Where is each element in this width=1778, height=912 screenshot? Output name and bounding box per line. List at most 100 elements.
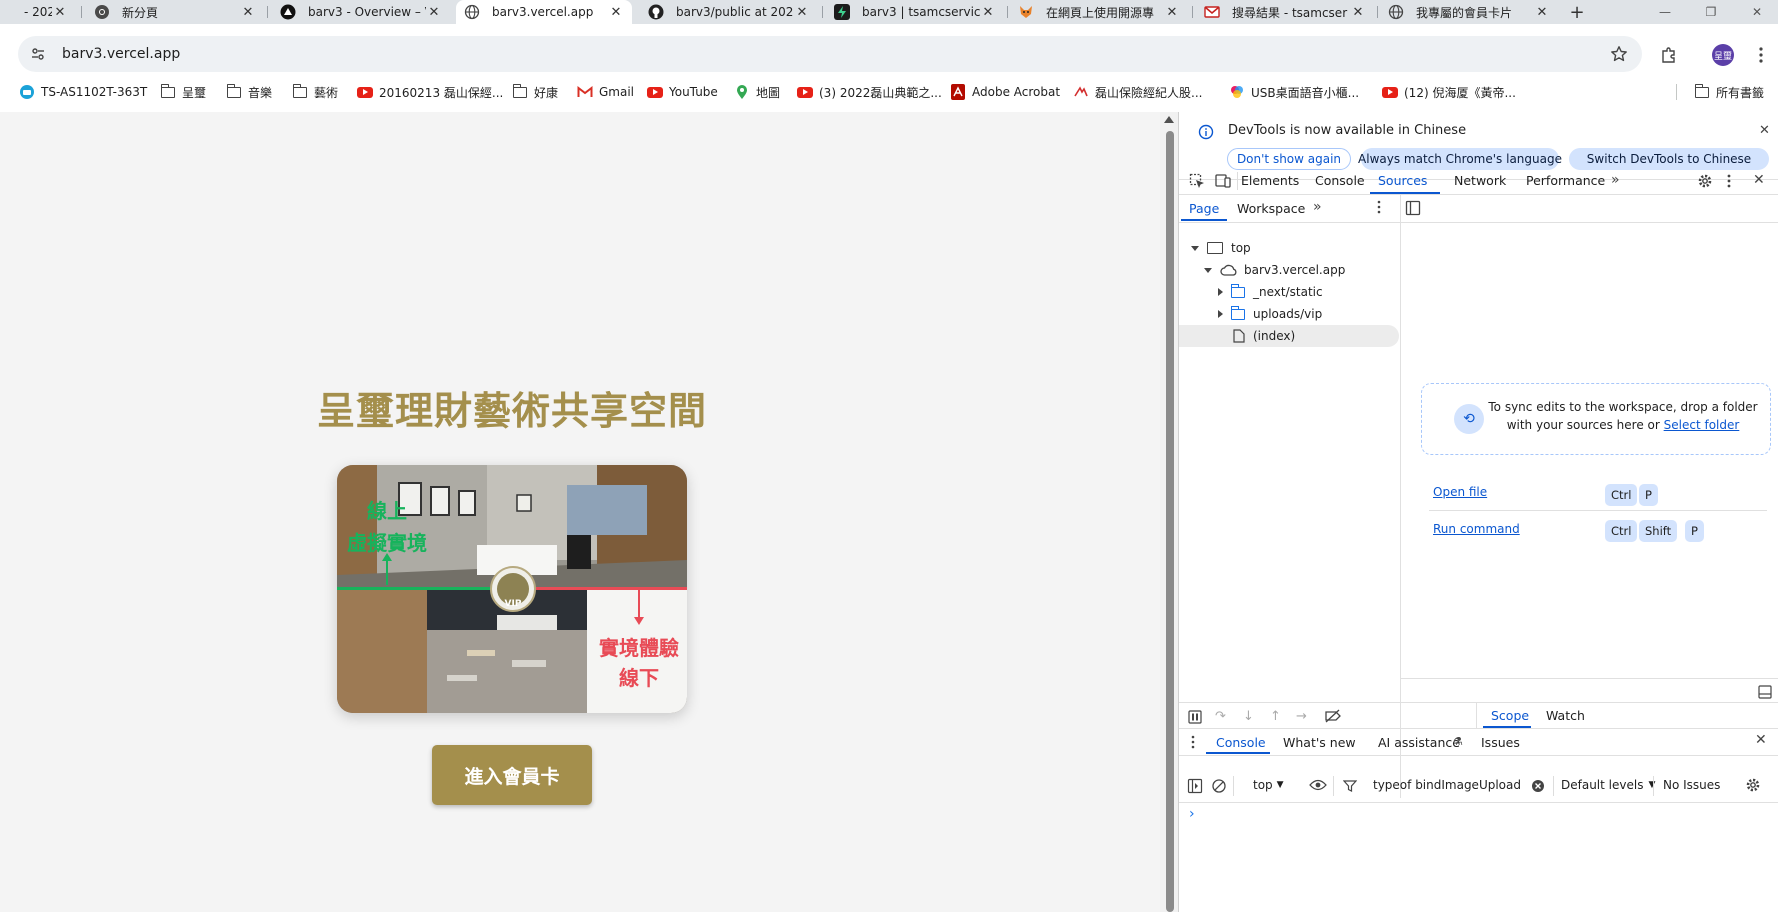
open-file-link[interactable]: Open file <box>1433 485 1487 499</box>
browser-tab[interactable]: 搜尋結果 - tsamcser ✕ <box>1196 0 1374 24</box>
bookmark-cutoff[interactable]: › <box>0 80 8 104</box>
dropdown-arrow-icon: ▼ <box>1648 780 1656 790</box>
log-levels-dropdown[interactable]: Default levels ▼ <box>1561 778 1655 792</box>
tab-performance[interactable]: Performance <box>1526 166 1605 194</box>
close-tab-icon[interactable]: ✕ <box>426 4 442 20</box>
bookmark-item[interactable]: 磊山保險經紀人股... <box>1073 80 1202 104</box>
bookmark-item[interactable]: Adobe Acrobat <box>950 80 1060 104</box>
bookmark-item[interactable]: (12) 倪海厦《黃帝... <box>1382 80 1516 104</box>
inspect-element-icon[interactable] <box>1189 173 1205 192</box>
drawer-tab-ai-assistance[interactable]: AI assistance <box>1378 730 1460 754</box>
bookmark-item[interactable]: USB桌面語音小櫃... <box>1229 80 1359 104</box>
browser-tab[interactable]: 新分頁 ✕ <box>86 0 264 24</box>
site-info-icon[interactable] <box>30 46 46 62</box>
run-command-link[interactable]: Run command <box>1433 522 1520 536</box>
tab-scope[interactable]: Scope <box>1491 702 1529 728</box>
more-nav-tabs-icon[interactable]: » <box>1313 199 1322 215</box>
enter-member-card-button[interactable]: 進入會員卡 <box>432 745 592 805</box>
step-over-icon[interactable]: ↷ <box>1215 709 1226 724</box>
close-tab-icon[interactable]: ✕ <box>240 4 256 20</box>
console-settings-gear-icon[interactable] <box>1745 777 1761 796</box>
pause-icon[interactable] <box>1187 709 1203 728</box>
bookmark-item[interactable]: (3) 2022磊山典範之... <box>797 80 942 104</box>
clear-filter-icon[interactable] <box>1531 779 1545 796</box>
bookmark-folder[interactable]: 音樂 <box>226 80 272 104</box>
tab-sources[interactable]: Sources <box>1378 166 1427 194</box>
issues-count[interactable]: No Issues <box>1663 778 1720 792</box>
browser-tab[interactable]: - 2025 ✕ <box>0 0 76 24</box>
console-prompt[interactable]: › <box>1189 806 1195 822</box>
toggle-debugger-icon[interactable] <box>1758 685 1772 702</box>
tree-item-folder[interactable]: uploads/vip <box>1218 303 1322 325</box>
browser-tab[interactable]: barv3 - Overview – V ✕ <box>272 0 450 24</box>
devtools-menu-icon[interactable] <box>1727 173 1731 192</box>
more-tabs-icon[interactable]: » <box>1611 172 1620 188</box>
bookmark-folder[interactable]: 呈璽 <box>160 80 206 104</box>
toggle-sidebar-icon[interactable] <box>1405 200 1421 219</box>
bookmark-item[interactable]: TS-AS1102T-363T <box>19 80 147 104</box>
bookmark-item[interactable]: Gmail <box>577 80 634 104</box>
page-scrollbar-thumb[interactable] <box>1166 131 1174 912</box>
drawer-tab-console[interactable]: Console <box>1216 730 1266 754</box>
tree-item-origin[interactable]: barv3.vercel.app <box>1204 259 1345 281</box>
bookmark-item[interactable]: YouTube <box>647 80 718 104</box>
drawer-tab-issues[interactable]: Issues <box>1481 730 1520 754</box>
tab-elements[interactable]: Elements <box>1241 166 1299 194</box>
scroll-up-arrow-icon[interactable] <box>1164 116 1174 123</box>
chrome-menu-icon[interactable] <box>1751 45 1771 65</box>
context-selector[interactable]: top ▼ <box>1253 778 1284 792</box>
close-tab-icon[interactable]: ✕ <box>794 4 810 20</box>
workspace-drop-zone[interactable]: ⟲ To sync edits to the workspace, drop a… <box>1421 383 1771 455</box>
close-window-icon[interactable]: ✕ <box>1742 2 1772 22</box>
close-tab-icon[interactable]: ✕ <box>1534 4 1550 20</box>
browser-tab[interactable]: barv3/public at 2025 ✕ <box>640 0 818 24</box>
bookmark-item[interactable]: 20160213 磊山保經... <box>357 80 503 104</box>
tab-console[interactable]: Console <box>1315 166 1365 194</box>
device-toolbar-icon[interactable] <box>1215 173 1231 192</box>
browser-tab[interactable]: barv3 | tsamcservice ✕ <box>826 0 1004 24</box>
browser-tab-active[interactable]: barv3.vercel.app ✕ <box>456 0 632 24</box>
close-devtools-icon[interactable]: ✕ <box>1753 172 1765 188</box>
close-tab-icon[interactable]: ✕ <box>52 4 68 20</box>
clear-console-icon[interactable] <box>1211 778 1227 797</box>
github-icon <box>648 4 664 20</box>
browser-tab[interactable]: 在網頁上使用開源專 ✕ <box>1010 0 1188 24</box>
restore-icon[interactable]: ❐ <box>1696 2 1726 22</box>
navigator-menu-icon[interactable] <box>1377 200 1381 217</box>
all-bookmarks[interactable]: 所有書籤 <box>1694 80 1764 104</box>
drawer-menu-icon[interactable] <box>1191 735 1195 752</box>
close-tab-icon[interactable]: ✕ <box>608 4 624 20</box>
minimize-icon[interactable]: — <box>1650 2 1680 22</box>
profile-avatar[interactable]: 呈璽 <box>1712 44 1734 66</box>
tree-item-index[interactable]: (index) <box>1233 325 1295 347</box>
tab-network[interactable]: Network <box>1454 166 1506 194</box>
close-banner-icon[interactable]: ✕ <box>1759 123 1770 138</box>
step-into-icon[interactable]: ↓ <box>1243 709 1254 724</box>
tree-item-top[interactable]: top <box>1191 237 1251 259</box>
close-tab-icon[interactable]: ✕ <box>1350 4 1366 20</box>
close-tab-icon[interactable]: ✕ <box>980 4 996 20</box>
live-expression-eye-icon[interactable] <box>1309 778 1327 795</box>
close-tab-icon[interactable]: ✕ <box>1164 4 1180 20</box>
settings-gear-icon[interactable] <box>1697 173 1713 192</box>
tab-watch[interactable]: Watch <box>1546 702 1585 728</box>
close-drawer-icon[interactable]: ✕ <box>1755 732 1767 748</box>
bookmark-star-icon[interactable] <box>1610 45 1628 63</box>
select-folder-link[interactable]: Select folder <box>1664 418 1740 432</box>
tab-page[interactable]: Page <box>1189 194 1219 222</box>
bookmark-folder[interactable]: 藝術 <box>292 80 338 104</box>
step-out-icon[interactable]: ↑ <box>1270 709 1281 724</box>
bookmark-item[interactable]: 地圖 <box>734 80 780 104</box>
tab-workspace[interactable]: Workspace <box>1237 194 1305 222</box>
step-icon[interactable]: → <box>1296 709 1307 724</box>
new-tab-button[interactable]: + <box>1566 2 1588 23</box>
drawer-tab-whats-new[interactable]: What's new <box>1283 730 1356 754</box>
deactivate-breakpoints-icon[interactable] <box>1324 709 1342 726</box>
console-sidebar-icon[interactable] <box>1187 778 1203 797</box>
url-text[interactable]: barv3.vercel.app <box>62 46 180 62</box>
extensions-icon[interactable] <box>1659 45 1679 65</box>
bookmark-folder[interactable]: 好康 <box>512 80 558 104</box>
address-bar[interactable]: barv3.vercel.app <box>18 36 1642 72</box>
tree-item-folder[interactable]: _next/static <box>1218 281 1323 303</box>
browser-tab[interactable]: 我專屬的會員卡片 ✕ <box>1380 0 1558 24</box>
